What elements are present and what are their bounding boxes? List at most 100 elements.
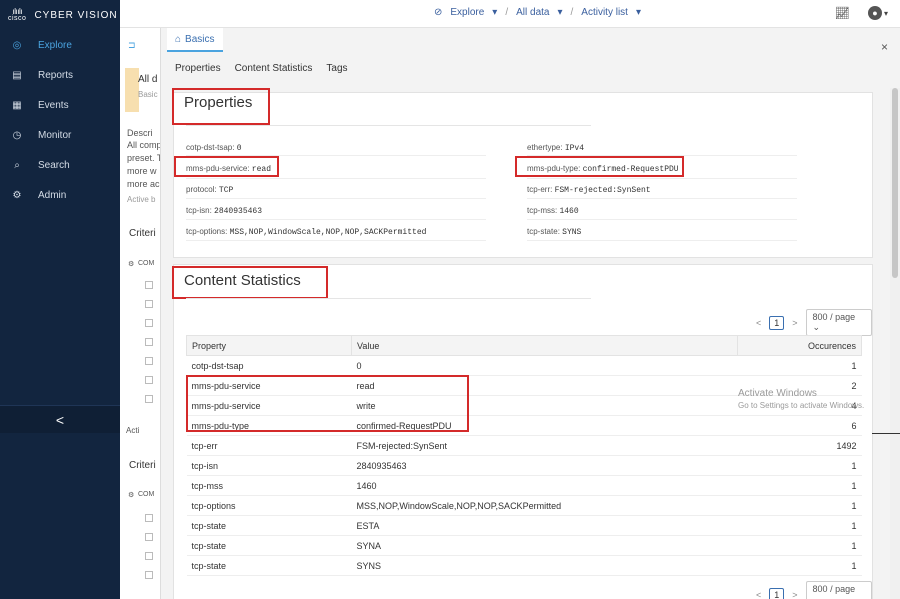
scrollbar[interactable] — [890, 88, 900, 599]
checkbox[interactable] — [145, 281, 153, 289]
chevron-down-icon: ⌄ — [812, 322, 821, 332]
desc-line: Descri — [127, 128, 153, 138]
home-icon: ⌂ — [175, 33, 182, 45]
chart-icon[interactable]: 📈︎ — [835, 6, 850, 20]
subtab-properties[interactable]: Properties — [175, 63, 221, 74]
search-icon: ⌕ — [14, 159, 20, 171]
crumb-explore[interactable]: Explore — [450, 7, 484, 18]
checkbox[interactable] — [145, 338, 153, 346]
prop-item: protocol: TCP — [186, 185, 234, 195]
preset-subtitle: Basic — [138, 90, 158, 99]
gear-icon: ⚙ — [128, 492, 135, 499]
page-size-select[interactable]: 800 / page ⌄ — [805, 309, 872, 336]
activate-windows-watermark: Activate Windows Go to Settings to activ… — [738, 388, 865, 410]
table-row: tcp-isn 2840935463 1 — [186, 455, 862, 476]
checkbox[interactable] — [145, 319, 153, 327]
chevron-down-icon[interactable]: ▾ — [492, 7, 497, 18]
subtab-content-statistics[interactable]: Content Statistics — [235, 63, 313, 74]
table-row: tcp-options MSS,NOP,WindowScale,NOP,NOP,S… — [186, 495, 862, 516]
checkbox[interactable] — [145, 357, 153, 365]
checkbox[interactable] — [145, 395, 153, 403]
checkbox[interactable] — [145, 533, 153, 541]
topbar: ⊘ Explore ▾ / All data ▾ / Activity list… — [120, 0, 900, 28]
action-label: Acti — [126, 426, 140, 435]
scrollbar-thumb[interactable] — [892, 88, 898, 278]
prop-item: ethertype: IPv4 — [527, 143, 585, 153]
properties-card: Properties cotp-dst-tsap: 0 mms-pdu-serv… — [172, 88, 873, 258]
highlight-box — [515, 156, 684, 177]
compass-icon: ◎ — [12, 39, 22, 51]
sidebar-item-search[interactable]: ⌕ Search — [0, 150, 120, 180]
preset-icon — [125, 68, 139, 112]
close-icon[interactable]: × — [881, 40, 888, 54]
prop-item: cotp-dst-tsap: 0 — [186, 143, 242, 153]
sidebar-item-explore[interactable]: ◎ Explore — [0, 30, 120, 60]
chevron-right-icon[interactable]: > — [792, 318, 797, 328]
cisco-logo-icon: ılıılı cisco — [8, 7, 27, 23]
checkbox[interactable] — [145, 571, 153, 579]
crumb-separator: / — [570, 7, 574, 18]
calendar-icon: ▦ — [12, 99, 22, 111]
prop-item: tcp-options: MSS,NOP,WindowScale,NOP,NOP… — [186, 227, 427, 237]
content-statistics-card: Content Statistics < 1 > 800 / page ⌄ Pr… — [172, 264, 873, 599]
divider — [186, 219, 486, 220]
criteria-heading: Criteri — [129, 228, 156, 239]
sidebar-item-admin[interactable]: ⚙ Admin — [0, 180, 120, 210]
table-row: tcp-state SYNS 1 — [186, 555, 862, 576]
chevron-down-icon[interactable]: ▾ — [557, 7, 562, 18]
user-menu[interactable]: ● ▾ — [867, 6, 888, 20]
gear-icon: ⚙ — [128, 261, 135, 268]
logo[interactable]: ılıılı cisco CYBER VISION — [0, 0, 120, 30]
sidebar-item-reports[interactable]: ▤ Reports — [0, 60, 120, 90]
column-header-property[interactable]: Property — [186, 335, 352, 356]
sidebar-item-events[interactable]: ▦ Events — [0, 90, 120, 120]
checkbox[interactable] — [145, 376, 153, 384]
crumb-all-data[interactable]: All data — [516, 7, 549, 18]
page-number[interactable]: 1 — [769, 315, 785, 330]
page-size-select[interactable]: 800 / page ⌄ — [805, 581, 872, 599]
chevron-down-icon[interactable]: ▾ — [636, 7, 641, 18]
monitor-icon: ◷ — [12, 129, 22, 141]
checkbox[interactable] — [145, 514, 153, 522]
divider — [186, 298, 591, 299]
document-icon: ▤ — [12, 69, 22, 81]
explore-compass-icon: ⊘ — [434, 7, 443, 18]
checkbox[interactable] — [145, 300, 153, 308]
chevron-left-icon: < — [55, 411, 65, 428]
divider — [527, 240, 797, 241]
desc-line: more ac — [127, 179, 160, 189]
subtab-tags[interactable]: Tags — [326, 63, 347, 74]
criteria-label: COM — [138, 260, 155, 267]
table-row: tcp-err FSM-rejected:SynSent 1492 — [186, 435, 862, 456]
topbar-actions: 📈︎ ● ▾ — [835, 6, 888, 20]
tab-basics[interactable]: ⌂ Basics — [167, 28, 223, 52]
pager-bottom: < 1 > 800 / page ⌄ — [756, 581, 872, 599]
divider — [186, 198, 486, 199]
table-row: cotp-dst-tsap 0 1 — [186, 355, 862, 376]
sidebar-item-monitor[interactable]: ◷ Monitor — [0, 120, 120, 150]
checkbox[interactable] — [145, 552, 153, 560]
table-row: tcp-state SYNA 1 — [186, 535, 862, 556]
table-header-row: Property Value Occurences — [186, 335, 862, 356]
divider — [186, 240, 486, 241]
chevron-left-icon[interactable]: < — [756, 590, 761, 599]
desc-line: All comp — [127, 140, 162, 150]
prop-item: tcp-isn: 2840935463 — [186, 206, 263, 216]
subtabs: Properties Content Statistics Tags — [167, 58, 348, 78]
desc-line: Active b — [127, 195, 156, 204]
divider — [527, 178, 797, 179]
crumb-activity-list[interactable]: Activity list — [581, 7, 628, 18]
column-header-occurences[interactable]: Occurences — [737, 335, 862, 356]
column-header-value[interactable]: Value — [351, 335, 738, 356]
chevron-right-icon[interactable]: > — [792, 590, 797, 599]
avatar-icon: ● — [867, 6, 882, 20]
breadcrumb: ⊘ Explore ▾ / All data ▾ / Activity list… — [434, 7, 641, 18]
criteria-label: COM — [138, 491, 155, 498]
crumb-separator: / — [505, 7, 509, 18]
page-number[interactable]: 1 — [769, 587, 785, 599]
desc-line: preset. T — [127, 153, 163, 163]
back-icon[interactable]: ⊐ — [128, 40, 136, 51]
chevron-left-icon[interactable]: < — [756, 318, 761, 328]
chevron-down-icon: ⌄ — [812, 594, 821, 599]
sidebar-collapse-button[interactable]: < — [0, 405, 120, 433]
